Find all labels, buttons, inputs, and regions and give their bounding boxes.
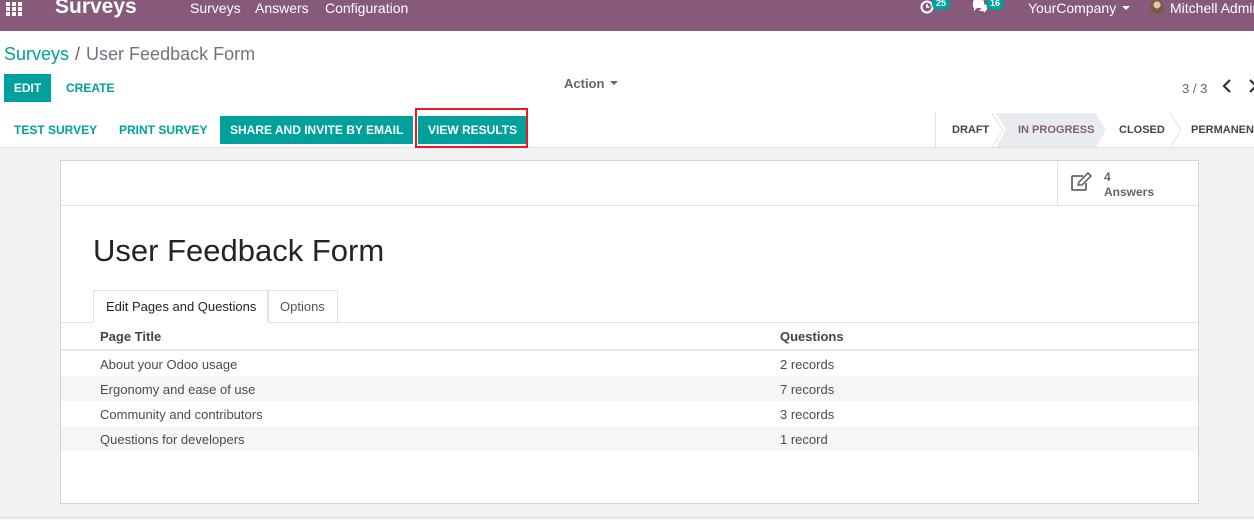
stage-selector: DRAFT IN PROGRESS CLOSED PERMANENT	[935, 113, 1254, 147]
chevron-down-icon	[610, 81, 619, 85]
stage-draft[interactable]: DRAFT	[952, 113, 989, 147]
pager-value[interactable]: 3 / 3	[1182, 81, 1207, 96]
column-questions[interactable]: Questions	[780, 329, 844, 344]
row-page-title: Questions for developers	[100, 432, 245, 447]
row-page-title: Ergonomy and ease of use	[100, 382, 256, 397]
chevron-left-icon	[1222, 79, 1231, 93]
table-row[interactable]: Questions for developers 1 record	[61, 426, 1198, 451]
page-divider	[0, 517, 1254, 518]
table-row[interactable]: About your Odoo usage 2 records	[61, 351, 1198, 376]
action-dropdown[interactable]: Action	[564, 76, 619, 91]
statusbar: TEST SURVEY PRINT SURVEY SHARE AND INVIT…	[0, 113, 1254, 148]
breadcrumb-surveys-link[interactable]: Surveys	[4, 44, 69, 64]
row-page-title: Community and contributors	[100, 407, 263, 422]
form-sheet: 4 Answers User Feedback Form Edit Pages …	[60, 160, 1199, 504]
column-page-title[interactable]: Page Title	[100, 329, 161, 344]
activity-count-badge: 25	[932, 0, 951, 10]
messages-button[interactable]: 16	[972, 0, 1005, 19]
control-panel: Surveys / User Feedback Form EDIT CREATE A…	[0, 31, 1254, 114]
stage-in-progress[interactable]: IN PROGRESS	[996, 113, 1106, 147]
view-results-button[interactable]: VIEW RESULTS	[418, 116, 528, 144]
print-survey-button[interactable]: PRINT SURVEY	[119, 113, 207, 147]
pages-table: Page Title Questions About your Odoo usa…	[61, 322, 1198, 451]
row-questions: 7 records	[780, 382, 835, 397]
stage-closed[interactable]: CLOSED	[1119, 113, 1165, 147]
notebook-tabs: Edit Pages and Questions Options	[61, 290, 1198, 323]
share-and-invite-button[interactable]: SHARE AND INVITE BY EMAIL	[220, 116, 414, 144]
row-questions: 1 record	[780, 432, 828, 447]
company-switcher[interactable]: YourCompany	[1028, 0, 1131, 16]
pencil-square-icon	[1071, 172, 1093, 191]
chevron-down-icon	[1122, 6, 1131, 10]
activity-button[interactable]: 25	[920, 0, 951, 19]
test-survey-button[interactable]: TEST SURVEY	[14, 113, 97, 147]
table-row[interactable]: Community and contributors 3 records	[61, 401, 1198, 426]
menu-surveys[interactable]: Surveys	[190, 0, 241, 16]
pager-previous-button[interactable]	[1222, 79, 1232, 97]
company-name: YourCompany	[1028, 0, 1117, 16]
app-name: Surveys	[55, 0, 137, 18]
tab-edit-pages-and-questions[interactable]: Edit Pages and Questions	[93, 290, 270, 323]
survey-title[interactable]: User Feedback Form	[93, 233, 384, 269]
stage-divider	[1170, 113, 1182, 147]
button-box: 4 Answers	[61, 161, 1198, 206]
pager-next-button[interactable]	[1248, 79, 1254, 97]
tab-options[interactable]: Options	[267, 290, 338, 322]
table-header: Page Title Questions	[61, 322, 1198, 351]
row-questions: 3 records	[780, 407, 835, 422]
apps-menu-icon[interactable]	[6, 2, 22, 16]
breadcrumb: Surveys / User Feedback Form	[4, 44, 255, 65]
user-avatar[interactable]	[1150, 0, 1164, 14]
top-navbar: Surveys Surveys Answers Configuration 25…	[0, 0, 1254, 31]
breadcrumb-separator: /	[75, 44, 81, 64]
answers-label: Answers	[1104, 185, 1155, 199]
table-row[interactable]: Ergonomy and ease of use 7 records	[61, 376, 1198, 401]
menu-configuration[interactable]: Configuration	[325, 0, 408, 16]
row-page-title: About your Odoo usage	[100, 357, 238, 372]
user-menu[interactable]: Mitchell Admin	[1170, 0, 1254, 16]
create-button[interactable]: CREATE	[58, 74, 122, 102]
answers-count: 4	[1104, 170, 1111, 184]
edit-button[interactable]: EDIT	[4, 74, 51, 102]
row-questions: 2 records	[780, 357, 835, 372]
chevron-right-icon	[1249, 79, 1254, 93]
message-count-badge: 16	[986, 0, 1005, 10]
menu-answers[interactable]: Answers	[255, 0, 309, 16]
answers-stat-button[interactable]: 4 Answers	[1057, 161, 1199, 205]
stage-permanent[interactable]: PERMANENT	[1191, 113, 1254, 147]
action-label: Action	[564, 76, 605, 91]
breadcrumb-current: User Feedback Form	[86, 44, 256, 64]
